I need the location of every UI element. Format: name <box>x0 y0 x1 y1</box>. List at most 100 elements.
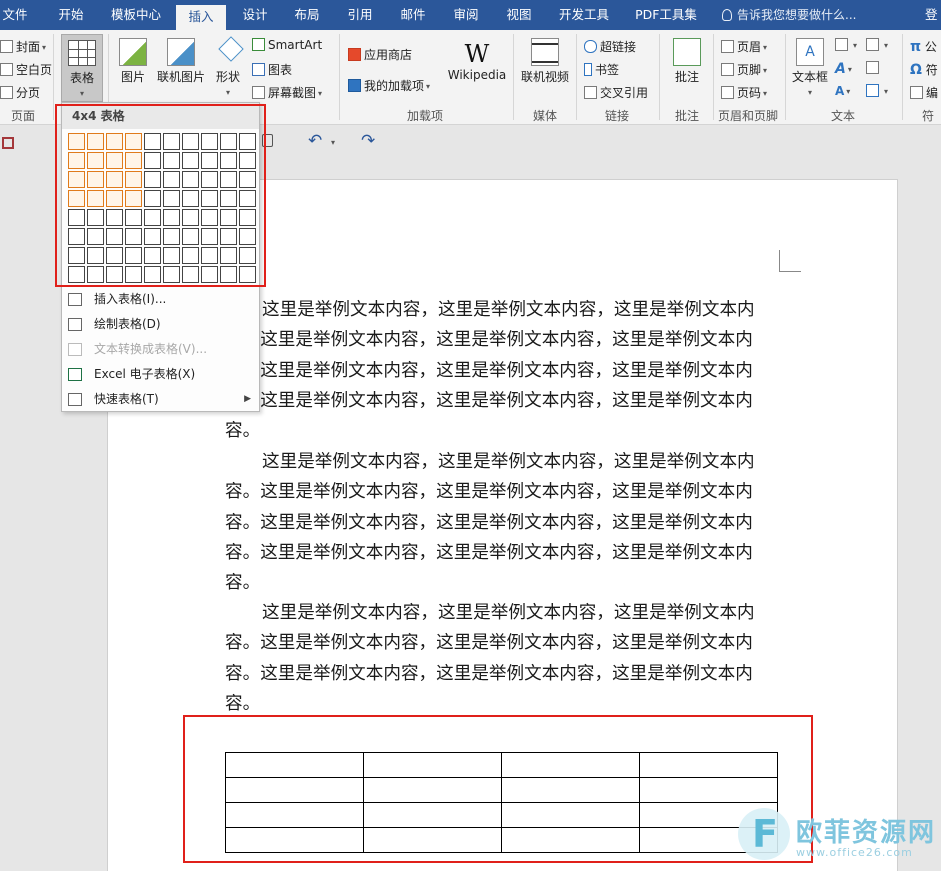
tell-me-search[interactable]: 告诉我您想要做什么... <box>722 0 856 30</box>
footer-button[interactable]: 页脚 ▾ <box>721 61 767 78</box>
online-video-button[interactable]: 联机视频 <box>518 38 572 85</box>
tab-review[interactable]: 审阅 <box>447 0 485 30</box>
calendar-icon <box>866 61 879 74</box>
ribbon-tabbar: 文件 开始 模板中心 插入 设计 布局 引用 邮件 审阅 视图 开发工具 PDF… <box>0 0 941 30</box>
comment-icon <box>673 38 701 66</box>
page-number-icon <box>721 86 734 99</box>
text-line: 容。 <box>225 421 261 442</box>
tab-home[interactable]: 开始 <box>52 0 90 30</box>
ribbon-separator <box>576 34 577 120</box>
save-icon[interactable] <box>2 137 14 149</box>
text-line: 这里是举例文本内容，这里是举例文本内容，这里是举例文本内 <box>262 300 755 320</box>
menu-insert-table[interactable]: 插入表格(I)... <box>62 287 259 312</box>
login-button[interactable]: 登 <box>925 0 938 30</box>
group-label-text: 文本 <box>830 109 855 123</box>
text-line: 容。这里是举例文本内容，这里是举例文本内容，这里是举例文本内 <box>225 390 753 411</box>
text-line: 容。这里是举例文本内容，这里是举例文本内容，这里是举例文本内 <box>225 633 753 654</box>
insert-table-icon <box>68 293 82 306</box>
header-button[interactable]: 页眉 ▾ <box>721 38 767 55</box>
object-button[interactable]: ▾ <box>866 84 888 98</box>
signature-icon <box>866 38 879 51</box>
tab-pdf[interactable]: PDF工具集 <box>630 0 702 30</box>
menu-excel-spreadsheet[interactable]: Excel 电子表格(X) <box>62 362 259 387</box>
symbol-button[interactable]: Ω 符 <box>910 61 938 78</box>
watermark-brand: 欧菲资源网 <box>796 818 937 848</box>
tab-developer[interactable]: 开发工具 <box>554 0 614 30</box>
shapes-icon <box>214 36 244 66</box>
text-line: 容。这里是举例文本内容，这里是举例文本内容，这里是举例文本内 <box>225 330 753 351</box>
shapes-button[interactable]: 形状 ▾ <box>212 36 244 99</box>
table-button[interactable]: 表格 ▾ <box>61 34 103 102</box>
draw-table-icon <box>68 318 82 331</box>
group-label-symbols: 符 <box>921 109 934 123</box>
smartart-button[interactable]: SmartArt <box>252 38 322 52</box>
numbering-button[interactable]: 编 <box>910 84 938 101</box>
tab-layout[interactable]: 布局 <box>288 0 326 30</box>
menu-quick-tables[interactable]: 快速表格(T) ▶ <box>62 387 259 412</box>
cover-page-icon <box>0 40 13 53</box>
tab-file[interactable]: 文件 <box>0 0 30 30</box>
table-grid-icon <box>68 40 96 66</box>
page-break-icon <box>0 86 13 99</box>
menu-draw-table[interactable]: 绘制表格(D) <box>62 312 259 337</box>
online-video-icon <box>531 38 559 66</box>
blank-page-button[interactable]: 空白页 <box>0 61 52 78</box>
group-label-pages: 页面 <box>10 109 35 123</box>
bookmark-button[interactable]: 书签 <box>584 61 619 78</box>
page-number-button[interactable]: 页码 ▾ <box>721 84 767 101</box>
screenshot-button[interactable]: 屏幕截图 ▾ <box>252 84 322 101</box>
ribbon-separator <box>659 34 660 120</box>
highlight-inserted-table <box>183 715 813 863</box>
date-time-button[interactable] <box>866 61 882 75</box>
highlight-grid-selection <box>55 104 266 287</box>
group-label-addins: 加载项 <box>406 109 443 123</box>
my-addins-icon <box>348 79 361 92</box>
textbox-button[interactable]: A 文本框 ▾ <box>789 38 831 99</box>
wordart-button[interactable]: A ▾ <box>835 61 852 77</box>
picture-button[interactable]: 图片 <box>116 38 150 85</box>
signature-line-button[interactable]: ▾ <box>866 38 888 52</box>
redo-icon[interactable]: ↷ <box>361 131 375 151</box>
wikipedia-button[interactable]: W Wikipedia <box>446 40 508 82</box>
equation-button[interactable]: π 公 <box>910 38 937 55</box>
text-line: 这里是举例文本内容，这里是举例文本内容，这里是举例文本内 <box>262 603 755 623</box>
tab-design[interactable]: 设计 <box>236 0 274 30</box>
undo-dropdown-icon[interactable]: ▾ <box>331 138 335 147</box>
tell-me-text: 告诉我您想要做什么... <box>737 8 857 22</box>
ribbon-separator <box>513 34 514 120</box>
cover-page-button[interactable]: 封面 ▾ <box>0 38 46 55</box>
group-label-media: 媒体 <box>532 109 557 123</box>
page-break-button[interactable]: 分页 <box>0 84 40 101</box>
hyperlink-button[interactable]: 超链接 <box>584 38 636 55</box>
cross-reference-button[interactable]: 交叉引用 <box>584 84 648 101</box>
store-button[interactable]: 应用商店 <box>348 46 412 63</box>
tab-references[interactable]: 引用 <box>341 0 379 30</box>
undo-icon[interactable]: ↶ <box>308 131 322 151</box>
drop-cap-button[interactable]: A ▾ <box>835 84 850 98</box>
tab-view[interactable]: 视图 <box>500 0 538 30</box>
my-addins-button[interactable]: 我的加载项 ▾ <box>348 77 430 94</box>
text-line: 容。这里是举例文本内容，这里是举例文本内容，这里是举例文本内 <box>225 482 753 503</box>
tab-template[interactable]: 模板中心 <box>106 0 166 30</box>
online-picture-button[interactable]: 联机图片 <box>153 38 209 85</box>
new-comment-button[interactable]: 批注 <box>667 38 707 85</box>
wordart-icon: A <box>835 61 846 77</box>
picture-icon <box>119 38 147 66</box>
menu-text-to-table: 文本转换成表格(V)... <box>62 337 259 362</box>
paragraph-2[interactable]: 这里是举例文本内容，这里是举例文本内容，这里是举例文本内 容。这里是举例文本内容… <box>225 447 781 598</box>
tab-mailings[interactable]: 邮件 <box>394 0 432 30</box>
chart-button[interactable]: 图表 <box>252 61 292 78</box>
ribbon-separator <box>53 34 54 120</box>
object-icon <box>866 84 879 97</box>
group-label-header-footer: 页眉和页脚 <box>717 109 778 123</box>
text-line: 容。这里是举例文本内容，这里是举例文本内容，这里是举例文本内 <box>225 663 753 684</box>
online-picture-icon <box>167 38 195 66</box>
ribbon-separator <box>902 34 903 120</box>
quick-tables-icon <box>68 393 82 406</box>
quick-parts-button[interactable]: ▾ <box>835 38 857 52</box>
tab-insert[interactable]: 插入 <box>176 5 226 30</box>
paragraph-1[interactable]: 这里是举例文本内容，这里是举例文本内容，这里是举例文本内 容。这里是举例文本内容… <box>225 295 781 446</box>
paragraph-3[interactable]: 这里是举例文本内容，这里是举例文本内容，这里是举例文本内 容。这里是举例文本内容… <box>225 598 781 719</box>
quick-parts-icon <box>835 38 848 51</box>
group-label-links: 链接 <box>604 109 629 123</box>
